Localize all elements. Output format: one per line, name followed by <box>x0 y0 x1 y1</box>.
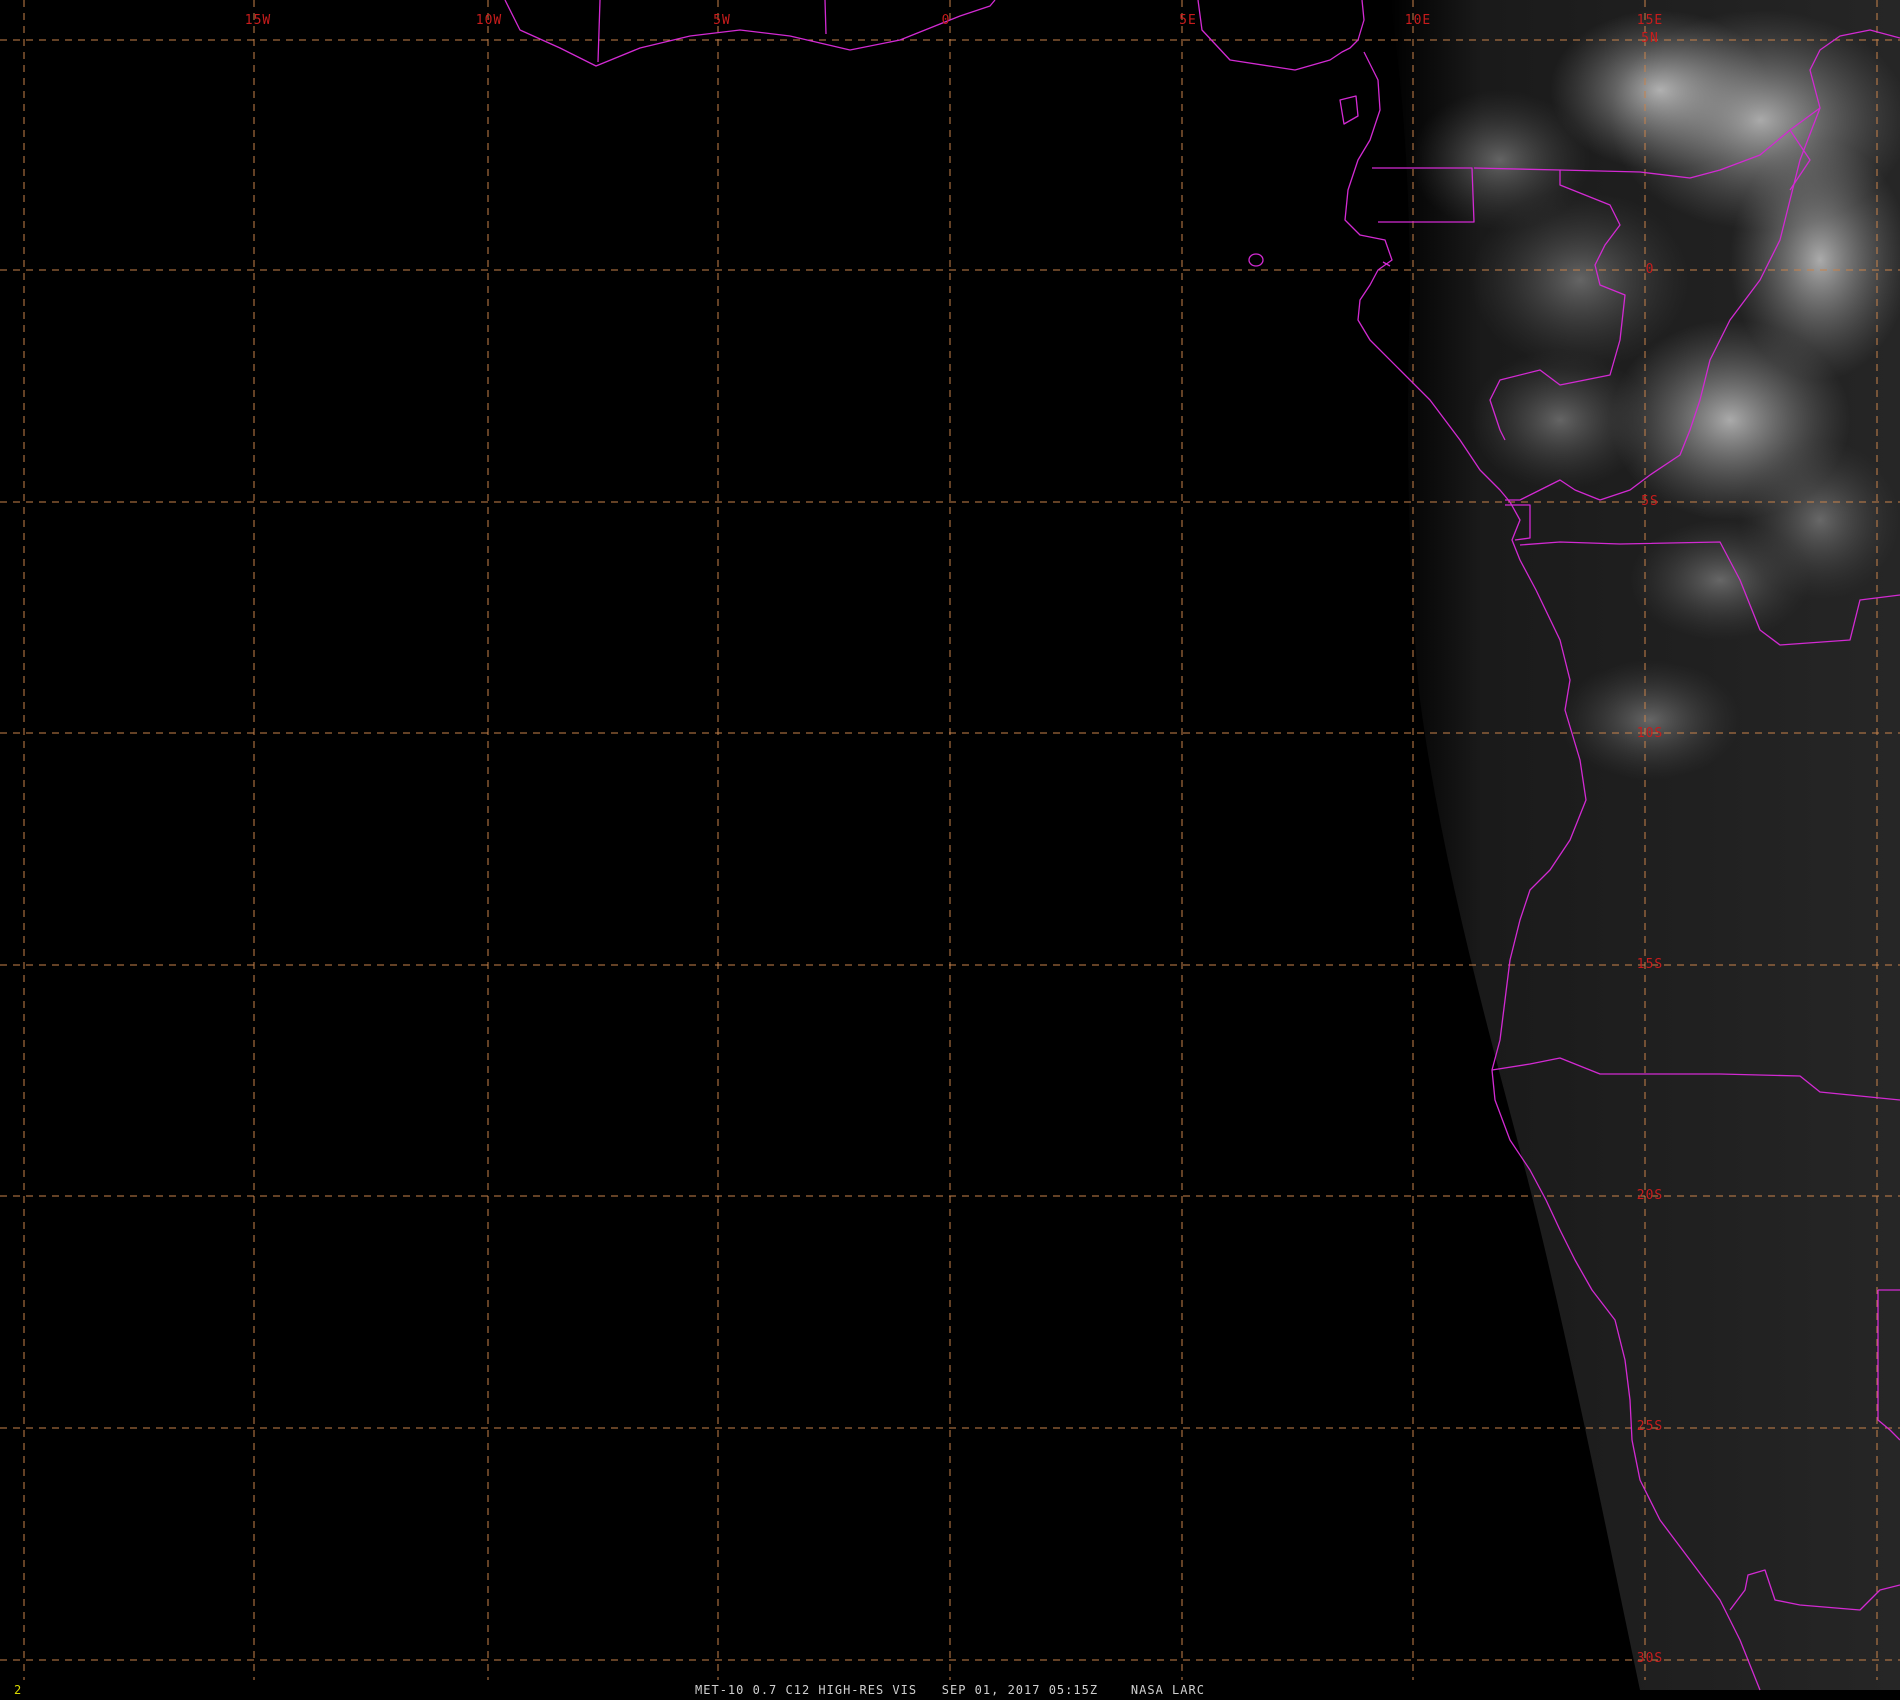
image-caption: MET-10 0.7 C12 HIGH-RES VIS SEP 01, 2017… <box>695 1683 1205 1697</box>
longitude-label: 0 <box>942 13 951 28</box>
latitude-label: 5N <box>1641 31 1659 46</box>
latitude-label: 25S <box>1637 1419 1663 1434</box>
longitude-label: 5E <box>1179 13 1197 28</box>
longitude-label: 10E <box>1405 13 1431 28</box>
longitude-label: 15W <box>245 13 271 28</box>
longitude-label: 15E <box>1637 13 1663 28</box>
latitude-label: 0 <box>1646 262 1655 277</box>
longitude-label: 5W <box>713 13 731 28</box>
longitude-label: 10W <box>476 13 502 28</box>
latitude-label: 20S <box>1637 1188 1663 1203</box>
status-bar: 2 MET-10 0.7 C12 HIGH-RES VIS SEP 01, 20… <box>0 1680 1900 1700</box>
satellite-map: 15W 10W 5W 0 5E 10E 15E 5N 0 5S 10S 15S 20S 25S 30S <box>0 0 1900 1700</box>
latitude-label: 5S <box>1641 494 1659 509</box>
latitude-label: 15S <box>1637 957 1663 972</box>
latitude-label: 30S <box>1637 1651 1663 1666</box>
latitude-label: 10S <box>1637 726 1663 741</box>
satellite-image-viewer[interactable]: 15W 10W 5W 0 5E 10E 15E 5N 0 5S 10S 15S 20S 25S 30S 2… <box>0 0 1900 1700</box>
